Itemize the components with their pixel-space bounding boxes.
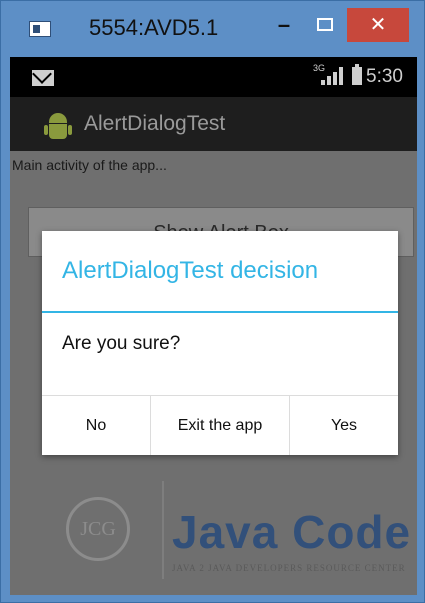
exit-app-button[interactable]: Exit the app (150, 396, 289, 455)
status-clock: 5:30 (366, 66, 403, 87)
dialog-button-bar: No Exit the app Yes (42, 395, 398, 455)
device-screen: 3G 5:30 AlertDialogTest Main activity of… (10, 57, 417, 595)
close-button[interactable]: ✕ (347, 8, 409, 42)
maximize-icon (317, 18, 333, 31)
watermark-tagline: JAVA 2 JAVA DEVELOPERS RESOURCE CENTER (172, 563, 406, 573)
alert-dialog: AlertDialogTest decision Are you sure? N… (42, 231, 398, 455)
app-title: AlertDialogTest (84, 112, 226, 135)
watermark-name: Java Code Geeks (172, 506, 417, 558)
jcg-logo: JCG (66, 497, 130, 561)
emulator-window: 5554:AVD5.1 – ✕ 3G 5:30 AlertDialogTest … (0, 0, 425, 603)
action-bar: AlertDialogTest (10, 97, 417, 151)
maximize-button[interactable] (309, 11, 341, 39)
activity-text: Main activity of the app... (12, 157, 167, 173)
mail-icon (32, 70, 54, 86)
app-icon[interactable] (29, 21, 51, 37)
dialog-title-divider (42, 311, 398, 313)
android-icon (44, 113, 72, 139)
status-bar: 3G 5:30 (10, 57, 417, 97)
yes-button[interactable]: Yes (289, 396, 398, 455)
window-titlebar[interactable]: 5554:AVD5.1 – ✕ (1, 1, 424, 53)
watermark-divider (162, 481, 164, 579)
battery-icon (352, 64, 362, 85)
minimize-button[interactable]: – (268, 11, 300, 39)
no-button[interactable]: No (42, 396, 150, 455)
window-title: 5554:AVD5.1 (89, 15, 219, 40)
close-icon: ✕ (369, 14, 387, 36)
signal-icon (321, 67, 343, 85)
dialog-message: Are you sure? (62, 333, 181, 354)
dialog-title: AlertDialogTest decision (62, 257, 319, 284)
